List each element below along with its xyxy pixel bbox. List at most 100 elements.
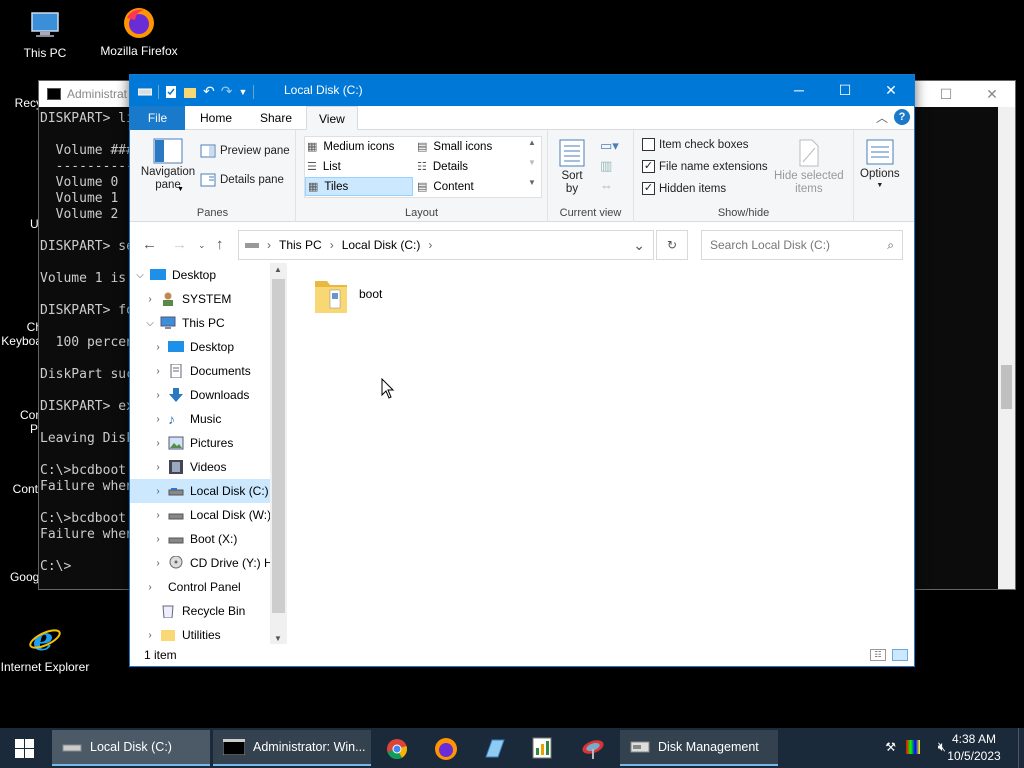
address-dropdown-icon[interactable]: ⌄ [633, 237, 645, 254]
tab-home[interactable]: Home [188, 106, 244, 130]
chevron-right-icon[interactable]: › [152, 390, 164, 401]
group-by-icon[interactable]: ▭▾ [600, 138, 619, 154]
hidden-items-checkbox[interactable]: ✓ Hidden items [642, 182, 726, 195]
network-icon[interactable]: ⚒ [885, 740, 896, 754]
chevron-right-icon[interactable]: › [152, 486, 164, 497]
layout-content[interactable]: ▤ Content [415, 177, 523, 196]
back-arrow-icon[interactable]: ← [142, 236, 157, 253]
chevron-right-icon[interactable]: › [152, 462, 164, 473]
tree-item-downloads[interactable]: › Downloads [130, 383, 286, 407]
file-list[interactable]: boot [287, 263, 914, 645]
scroll-up-icon[interactable]: ▲ [274, 265, 282, 274]
chevron-right-icon[interactable]: › [144, 630, 156, 641]
desktop-icon-google[interactable]: Googl [0, 570, 42, 584]
customize-qat-icon[interactable]: ▼ [238, 87, 247, 97]
chevron-right-icon[interactable]: › [152, 558, 164, 569]
tree-item-music[interactable]: › ♪ Music [130, 407, 286, 431]
taskbar-item-disk-management[interactable]: Disk Management [620, 730, 778, 766]
undo-icon[interactable]: ↶ [203, 83, 215, 100]
up-arrow-icon[interactable]: ↑ [216, 236, 224, 253]
chevron-right-icon[interactable]: › [152, 414, 164, 425]
tab-view[interactable]: View [306, 106, 358, 131]
desktop-icon-control[interactable]: Contr [0, 482, 42, 496]
item-check-boxes-checkbox[interactable]: Item check boxes [642, 138, 748, 151]
tree-item-pictures[interactable]: › Pictures [130, 431, 286, 455]
forward-arrow-icon[interactable]: → [172, 236, 187, 253]
desktop-icon-this-pc[interactable]: This PC [0, 8, 90, 60]
color-app-icon[interactable] [906, 740, 920, 754]
clock[interactable]: 4:38 AM 10/5/2023 [946, 731, 1002, 765]
layout-details[interactable]: ☷ Details [415, 157, 523, 176]
tree-item-documents[interactable]: › Documents [130, 359, 286, 383]
details-view-icon[interactable]: ☷ [870, 649, 886, 661]
layout-scroll-up-icon[interactable]: ▲ [528, 138, 536, 147]
refresh-button[interactable]: ↻ [656, 230, 688, 260]
chevron-right-icon[interactable]: › [152, 510, 164, 521]
tree-item-recycle-bin[interactable]: Recycle Bin [130, 599, 286, 623]
desktop-icon-utilities[interactable]: Ut [0, 217, 42, 231]
chevron-right-icon[interactable]: › [144, 582, 156, 593]
cmd-scroll-thumb[interactable] [1001, 365, 1012, 409]
chevron-down-icon[interactable]: ⌵ [144, 318, 156, 329]
redo-icon[interactable]: ↷ [221, 83, 233, 100]
taskbar-app-3[interactable] [482, 737, 506, 764]
chevron-right-icon[interactable]: › [152, 534, 164, 545]
chevron-right-icon[interactable]: › [152, 438, 164, 449]
properties-icon[interactable] [165, 85, 177, 99]
maximize-button[interactable]: ☐ [822, 75, 868, 106]
taskbar-app-4[interactable] [530, 736, 554, 763]
taskbar-item-cmd[interactable]: Administrator: Win... [213, 730, 371, 766]
layout-tiles[interactable]: ▦ Tiles [305, 177, 413, 196]
details-pane-button[interactable]: Details pane [200, 173, 284, 187]
chevron-right-icon[interactable]: › [152, 342, 164, 353]
layout-medium-icons[interactable]: ▦ Medium icons [305, 137, 413, 156]
file-name-extensions-checkbox[interactable]: ✓ File name extensions [642, 160, 768, 173]
taskbar-app-5[interactable] [580, 737, 606, 764]
tree-item-local-disk-c[interactable]: › Local Disk (C:) [130, 479, 286, 503]
ribbon-collapse-icon[interactable]: ︿ [876, 109, 888, 126]
tree-scroll-thumb[interactable] [272, 279, 285, 613]
tree-item-desktop-2[interactable]: › Desktop [130, 335, 286, 359]
desktop-icon-console[interactable]: Con Pr [0, 394, 42, 436]
desktop-icon-keyboard[interactable]: Ch Keyboa [0, 306, 42, 348]
tree-item-desktop[interactable]: ⌵ Desktop [130, 263, 286, 287]
hide-selected-items-button[interactable]: Hide selected items [774, 138, 844, 196]
search-input[interactable]: Search Local Disk (C:) ⌕ [701, 230, 903, 260]
chevron-right-icon[interactable]: › [152, 366, 164, 377]
explorer-titlebar[interactable]: ↶ ↷ ▼ Local Disk (C:) ─ ☐ ✕ [130, 75, 914, 106]
taskbar-item-explorer[interactable]: Local Disk (C:) [52, 730, 210, 766]
taskbar-firefox[interactable] [434, 737, 458, 764]
recent-locations-icon[interactable]: ⌄ [198, 240, 206, 251]
minimize-button[interactable]: ─ [776, 75, 822, 106]
tree-item-utilities[interactable]: › Utilities [130, 623, 286, 645]
layout-small-icons[interactable]: ▤ Small icons [415, 137, 523, 156]
explorer-window[interactable]: ↶ ↷ ▼ Local Disk (C:) ─ ☐ ✕ File Home Sh… [129, 74, 915, 667]
chevron-down-icon[interactable]: ⌵ [134, 270, 146, 281]
tab-share[interactable]: Share [248, 106, 304, 130]
options-button[interactable]: Options ▼ [860, 138, 900, 189]
file-item-boot[interactable]: boot [313, 275, 382, 317]
desktop-icon-recycle[interactable]: Recy [0, 96, 42, 110]
show-desktop-button[interactable] [1018, 728, 1024, 768]
breadcrumb-this-pc[interactable]: This PC [279, 238, 322, 252]
tree-item-videos[interactable]: › Videos [130, 455, 286, 479]
tree-item-local-disk-w[interactable]: › Local Disk (W:) [130, 503, 286, 527]
close-icon[interactable]: ✕ [969, 81, 1015, 107]
tree-scrollbar[interactable]: ▲ ▼ [270, 263, 287, 645]
add-columns-icon[interactable]: ▥ [600, 158, 612, 174]
scroll-down-icon[interactable]: ▼ [274, 634, 282, 643]
close-button[interactable]: ✕ [868, 75, 914, 106]
chevron-right-icon[interactable]: › [144, 294, 156, 305]
tab-file[interactable]: File [130, 106, 185, 130]
sort-by-button[interactable]: Sort by [558, 138, 586, 196]
dropdown-arrow-icon[interactable]: ▼ [177, 186, 184, 193]
tree-item-control-panel[interactable]: › Control Panel [130, 575, 286, 599]
desktop-icon-firefox[interactable]: Mozilla Firefox [94, 6, 184, 58]
layout-scroll-down-icon[interactable]: ▼ [528, 158, 536, 167]
navigation-pane-button[interactable]: Navigation pane [138, 138, 198, 192]
cmd-scrollbar[interactable] [998, 107, 1015, 589]
layout-list[interactable]: ☰ List [305, 157, 413, 176]
tree-item-system[interactable]: › SYSTEM [130, 287, 286, 311]
tree-item-boot-x[interactable]: › Boot (X:) [130, 527, 286, 551]
preview-pane-button[interactable]: Preview pane [200, 144, 290, 158]
